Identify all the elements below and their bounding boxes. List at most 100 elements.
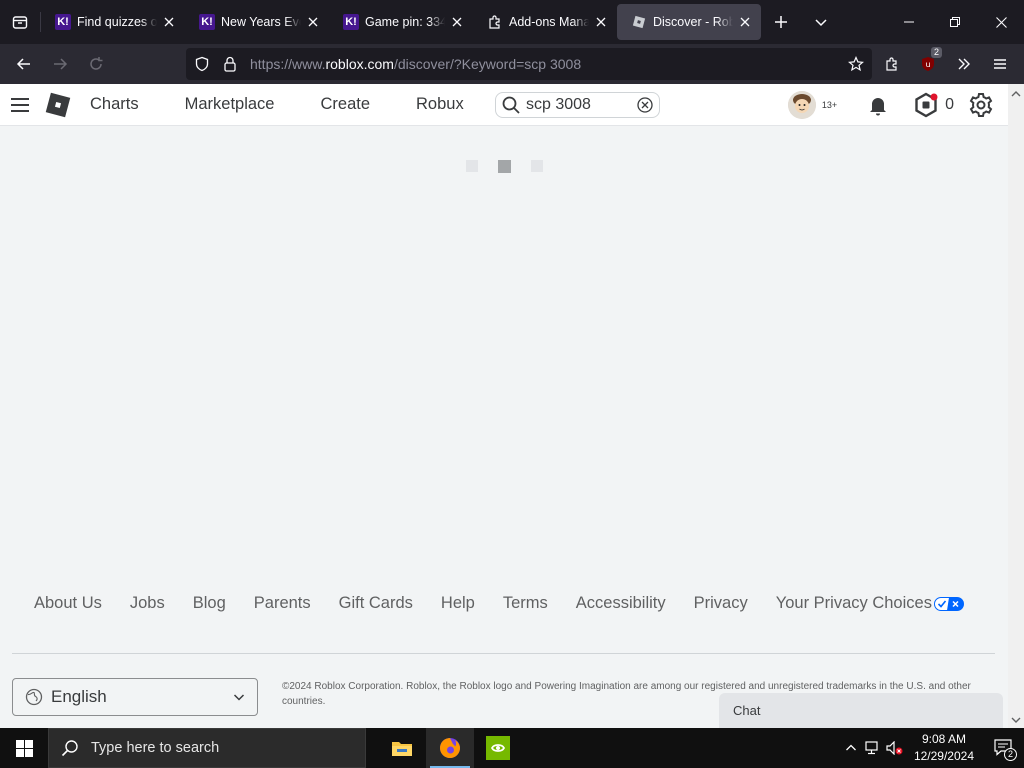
- page-scrollbar[interactable]: [1008, 84, 1024, 728]
- url-prefix: https://www.: [250, 56, 326, 72]
- new-tab-button[interactable]: [761, 4, 801, 40]
- tab-title: Add-ons Manag: [509, 15, 589, 29]
- show-hidden-icons-chevron-up-icon[interactable]: [840, 728, 862, 768]
- footer-link-privacy[interactable]: Privacy: [694, 594, 748, 613]
- nav-robux[interactable]: Robux: [416, 95, 464, 114]
- footer-links: About Us Jobs Blog Parents Gift Cards He…: [34, 594, 964, 613]
- firefox-icon: [440, 738, 460, 758]
- taskbar-clock[interactable]: 9:08 AM 12/29/2024: [914, 731, 974, 765]
- footer-link-accessibility[interactable]: Accessibility: [576, 594, 666, 613]
- clock-date: 12/29/2024: [913, 749, 974, 763]
- lock-icon[interactable]: [216, 48, 244, 80]
- tab-title: New Years Eve a: [221, 15, 301, 29]
- footer-link-blog[interactable]: Blog: [193, 594, 226, 613]
- forward-button[interactable]: [42, 48, 78, 80]
- close-tab-icon[interactable]: [161, 14, 177, 30]
- minimize-icon: [904, 21, 914, 23]
- language-select[interactable]: English: [12, 678, 258, 716]
- close-tab-icon[interactable]: [593, 14, 609, 30]
- nav-charts[interactable]: Charts: [90, 95, 139, 114]
- roblox-logo[interactable]: [42, 85, 74, 125]
- tab-roblox-discover[interactable]: Discover - Roblo: [617, 4, 761, 40]
- footer-link-gift-cards[interactable]: Gift Cards: [339, 594, 413, 613]
- more-tools-button[interactable]: [946, 48, 982, 80]
- tab-addons-manager[interactable]: Add-ons Manag: [473, 4, 617, 40]
- start-button[interactable]: [0, 728, 48, 768]
- address-bar[interactable]: https://www.roblox.com/discover/?Keyword…: [186, 48, 872, 80]
- footer-link-about-us[interactable]: About Us: [34, 594, 102, 613]
- action-center-button[interactable]: 2: [984, 728, 1024, 768]
- robux-button[interactable]: [909, 88, 943, 122]
- clear-search-icon[interactable]: [637, 97, 653, 113]
- close-tab-icon[interactable]: [737, 14, 753, 30]
- loading-dot: [498, 160, 511, 173]
- taskbar-search-placeholder: Type here to search: [91, 740, 220, 756]
- language-value: English: [51, 687, 107, 706]
- chevron-down-icon: [815, 19, 827, 27]
- notifications-button[interactable]: [861, 88, 895, 122]
- close-tab-icon[interactable]: [449, 14, 465, 30]
- firefox-view-icon: [12, 16, 28, 29]
- chat-label: Chat: [733, 703, 761, 718]
- close-icon: [995, 16, 1007, 28]
- url-path: /discover/?Keyword=scp 3008: [393, 56, 582, 72]
- tracking-protection-shield-icon[interactable]: [188, 48, 216, 80]
- bookmark-star-button[interactable]: [840, 48, 872, 80]
- roblox-menu-button[interactable]: [0, 85, 40, 125]
- footer-link-your-privacy-choices[interactable]: Your Privacy Choices: [776, 594, 964, 613]
- nav-marketplace[interactable]: Marketplace: [185, 95, 275, 114]
- settings-button[interactable]: [964, 88, 998, 122]
- puzzle-icon: [886, 57, 897, 71]
- app-menu-button[interactable]: [982, 48, 1018, 80]
- globe-icon: [25, 688, 43, 706]
- folder-icon: [392, 742, 412, 756]
- roblox-icon: [631, 14, 647, 30]
- tab-title: Discover - Roblo: [653, 15, 733, 29]
- robux-icon: [915, 92, 938, 118]
- url-host: roblox.com: [325, 56, 394, 72]
- tab-kahoot-new-years[interactable]: K! New Years Eve a: [185, 4, 329, 40]
- roblox-header: Charts Marketplace Create Robux scp 3008…: [0, 84, 1008, 126]
- extensions-button[interactable]: [874, 48, 910, 80]
- minimize-button[interactable]: [886, 0, 932, 44]
- taskbar-firefox[interactable]: [426, 728, 474, 768]
- search-icon: [502, 96, 520, 114]
- chevron-down-icon: [233, 694, 245, 701]
- list-all-tabs-button[interactable]: [801, 4, 841, 40]
- footer-link-parents[interactable]: Parents: [254, 594, 311, 613]
- chat-panel[interactable]: Chat: [719, 693, 1003, 729]
- scroll-up-arrow-icon[interactable]: [1008, 86, 1024, 102]
- loading-dot: [466, 160, 478, 172]
- footer-link-terms[interactable]: Terms: [503, 594, 548, 613]
- roblox-header-right: 13+ 0: [787, 84, 998, 126]
- taskbar-search-box[interactable]: Type here to search: [48, 728, 366, 768]
- taskbar-file-explorer[interactable]: [378, 728, 426, 768]
- reload-button[interactable]: [78, 48, 114, 80]
- back-button[interactable]: [6, 48, 42, 80]
- kahoot-icon: K!: [343, 14, 359, 30]
- close-tab-icon[interactable]: [305, 14, 321, 30]
- volume-muted-icon[interactable]: [884, 728, 906, 768]
- restore-button[interactable]: [932, 0, 978, 44]
- footer-link-help[interactable]: Help: [441, 594, 475, 613]
- ublock-extension-button[interactable]: u 2: [910, 47, 946, 80]
- firefox-view-button[interactable]: [0, 0, 40, 44]
- tab-kahoot-find-quizzes[interactable]: K! Find quizzes on: [41, 4, 185, 40]
- tab-list: K! Find quizzes on K! New Years Eve a K!…: [41, 0, 761, 44]
- network-icon[interactable]: [862, 728, 884, 768]
- roblox-search-input[interactable]: scp 3008: [495, 92, 660, 118]
- toolbar-right: u 2: [874, 44, 1024, 84]
- ublock-shield-icon: u: [922, 57, 934, 71]
- footer-link-jobs[interactable]: Jobs: [130, 594, 165, 613]
- tab-kahoot-game-pin[interactable]: K! Game pin: 3346: [329, 4, 473, 40]
- restore-icon: [950, 17, 960, 27]
- plus-icon: [775, 16, 787, 28]
- close-window-button[interactable]: [978, 0, 1024, 44]
- avatar: [787, 91, 816, 119]
- footer-divider: [12, 653, 995, 654]
- user-profile-link[interactable]: 13+: [787, 91, 837, 119]
- nav-create[interactable]: Create: [320, 95, 370, 114]
- taskbar-nvidia[interactable]: [474, 728, 522, 768]
- scroll-down-arrow-icon[interactable]: [1008, 712, 1024, 728]
- search-icon: [61, 740, 78, 757]
